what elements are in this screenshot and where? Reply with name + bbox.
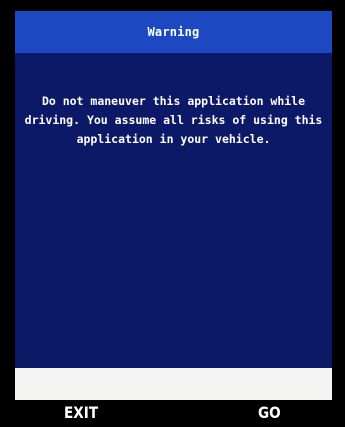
input-strip (15, 368, 332, 400)
go-softkey[interactable]: GO (258, 402, 281, 424)
warning-dialog: Warning Do not maneuver this application… (15, 11, 332, 400)
phone-screen: Warning Do not maneuver this application… (0, 0, 345, 427)
softkey-bar: EXIT GO (0, 400, 345, 427)
warning-message: Do not maneuver this application while d… (24, 94, 323, 146)
title-bar: Warning (15, 11, 332, 53)
dialog-title: Warning (147, 25, 200, 39)
exit-softkey[interactable]: EXIT (64, 402, 98, 424)
